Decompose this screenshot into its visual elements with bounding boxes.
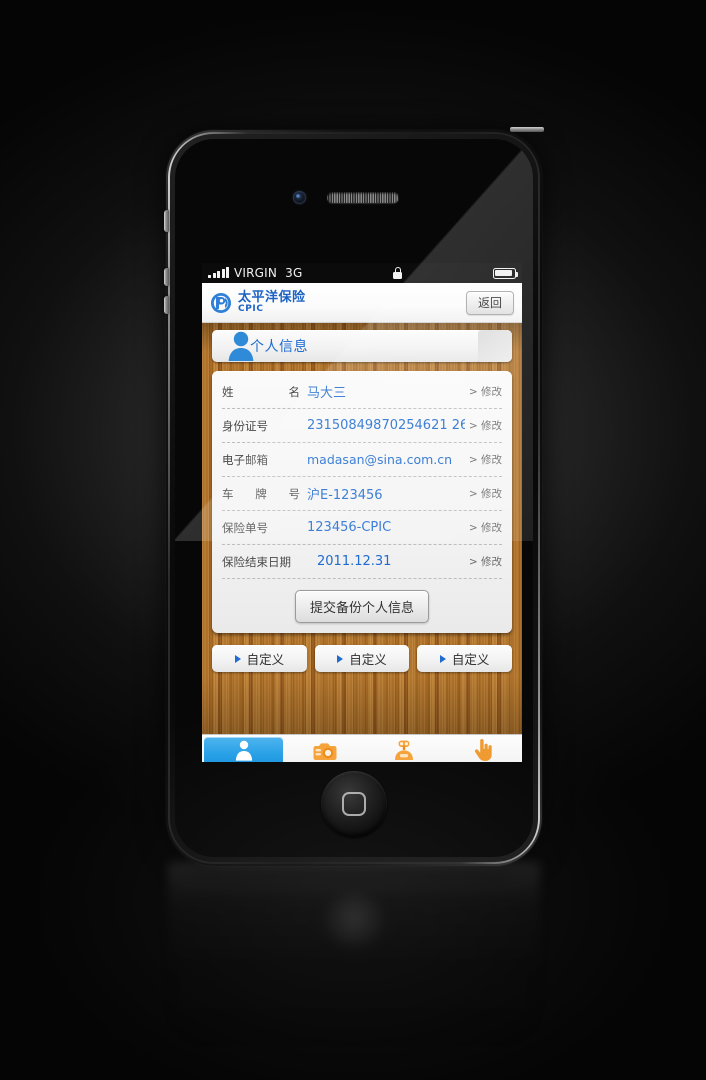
brand-name-cn: 太平洋保险 — [238, 290, 306, 305]
table-row[interactable]: 保险结束日期 2011.12.31 > 修改 — [222, 545, 502, 579]
earpiece-speaker-icon — [327, 192, 399, 203]
lock-icon — [393, 267, 403, 279]
edit-link[interactable]: > 修改 — [465, 486, 502, 501]
edit-link[interactable]: > 修改 — [465, 384, 502, 399]
play-triangle-icon — [439, 654, 446, 663]
brand-text: 太平洋保险 CPIC — [238, 291, 306, 314]
custom-button-2[interactable]: 自定义 — [314, 645, 410, 672]
edit-link[interactable]: > 修改 — [465, 452, 502, 467]
tab-photos[interactable]: 照片整合 — [285, 735, 364, 762]
pointing-hand-icon — [473, 738, 493, 761]
home-button-square — [342, 792, 366, 816]
front-camera-icon — [293, 191, 306, 204]
network-type: 3G — [285, 266, 303, 280]
table-row[interactable]: 姓名 马大三 > 修改 — [222, 375, 502, 409]
brand-lockup: 太平洋保险 CPIC — [210, 291, 306, 314]
iphone-device: VIRGIN 3G 太平洋保险 CPIC 返回 个人信息 姓 名 马大三 > 修… — [164, 127, 544, 866]
table-row[interactable]: 电子邮箱 madasan@sina.com.cn > 修改 — [222, 443, 502, 477]
row-value: madasan@sina.com.cn — [307, 452, 453, 467]
app-header-bar: 太平洋保险 CPIC 返回 — [202, 283, 522, 323]
submit-backup-button[interactable]: 提交备份个人信息 — [294, 590, 429, 623]
tab-personal-info[interactable]: 个人信息 — [204, 737, 283, 762]
status-bar: VIRGIN 3G — [202, 263, 522, 283]
custom-button-3[interactable]: 自定义 — [417, 645, 513, 672]
play-triangle-icon — [337, 654, 344, 663]
row-value: 马大三 — [307, 386, 347, 401]
section-title: 个人信息 — [250, 339, 308, 355]
silent-switch-button[interactable] — [164, 210, 169, 232]
content-area: 个人信息 姓名 马大三 > 修改 身份证号 23150849870254621 … — [202, 323, 522, 734]
camera-icon — [313, 739, 337, 761]
row-value: 沪E-123456 — [307, 488, 383, 503]
edit-link[interactable]: > 修改 — [465, 418, 502, 433]
row-value: 2011.12.31 — [317, 554, 392, 569]
row-label: 姓名 — [222, 384, 300, 399]
power-button[interactable] — [510, 127, 544, 132]
phone-screen: VIRGIN 3G 太平洋保险 CPIC 返回 个人信息 姓 名 马大三 > 修… — [202, 263, 522, 762]
row-label: 保险单号 — [222, 520, 268, 535]
row-label: 电子邮箱 — [222, 452, 268, 467]
custom-button-label: 自定义 — [349, 652, 387, 667]
table-row[interactable]: 身份证号 23150849870254621 26 > 修改 — [222, 409, 502, 443]
row-label: 身份证号 — [222, 418, 268, 433]
submit-row: 提交备份个人信息 — [222, 579, 502, 623]
info-card: 姓名 马大三 > 修改 身份证号 23150849870254621 26 > … — [212, 371, 512, 633]
person-icon — [234, 739, 254, 761]
custom-buttons-row: 自定义 自定义 自定义 — [212, 645, 513, 672]
tab-emergency-call[interactable]: 紧急电话 — [364, 735, 443, 762]
battery-icon — [493, 267, 519, 279]
signal-bars-icon — [208, 267, 229, 278]
edit-link[interactable]: > 修改 — [465, 554, 502, 569]
telephone-icon — [392, 739, 416, 761]
row-value: 23150849870254621 26 — [307, 418, 465, 433]
row-label: 车牌号 — [222, 486, 300, 501]
row-label: 保险结束日期 — [222, 554, 291, 569]
device-reflection — [168, 862, 540, 1052]
table-row[interactable]: 保险单号 123456-CPIC > 修改 — [222, 511, 502, 545]
home-button-icon[interactable] — [321, 771, 387, 837]
table-row[interactable]: 车牌号 沪E-123456 > 修改 — [222, 477, 502, 511]
custom-button-label: 自定义 — [451, 652, 490, 667]
carrier-name: VIRGIN — [234, 266, 278, 280]
row-value: 123456-CPIC — [307, 520, 392, 535]
volume-down-button[interactable] — [164, 296, 169, 314]
page-fold-corner — [478, 330, 512, 362]
back-button[interactable]: 返回 — [466, 290, 514, 315]
cpic-logo-icon — [210, 292, 231, 313]
section-header: 个人信息 — [212, 330, 512, 362]
device-front-face: VIRGIN 3G 太平洋保险 CPIC 返回 个人信息 姓 名 马大三 > 修… — [175, 139, 533, 857]
reflection-home-button — [323, 894, 385, 956]
custom-button-1[interactable]: 自定义 — [212, 645, 307, 672]
bottom-tab-bar: 个人信息 照片 — [202, 734, 522, 762]
edit-link[interactable]: > 修改 — [465, 520, 502, 535]
tab-quick-tools[interactable]: 快速工具 — [443, 735, 522, 762]
status-bar-left: VIRGIN 3G — [208, 266, 302, 280]
brand-name-en: CPIC — [238, 304, 264, 314]
status-bar-center — [302, 267, 493, 279]
custom-button-label: 自定义 — [246, 652, 285, 667]
play-triangle-icon — [234, 654, 241, 663]
scene-background: VIRGIN 3G 太平洋保险 CPIC 返回 个人信息 姓 名 马大三 > 修… — [0, 0, 706, 1080]
volume-up-button[interactable] — [164, 268, 169, 286]
